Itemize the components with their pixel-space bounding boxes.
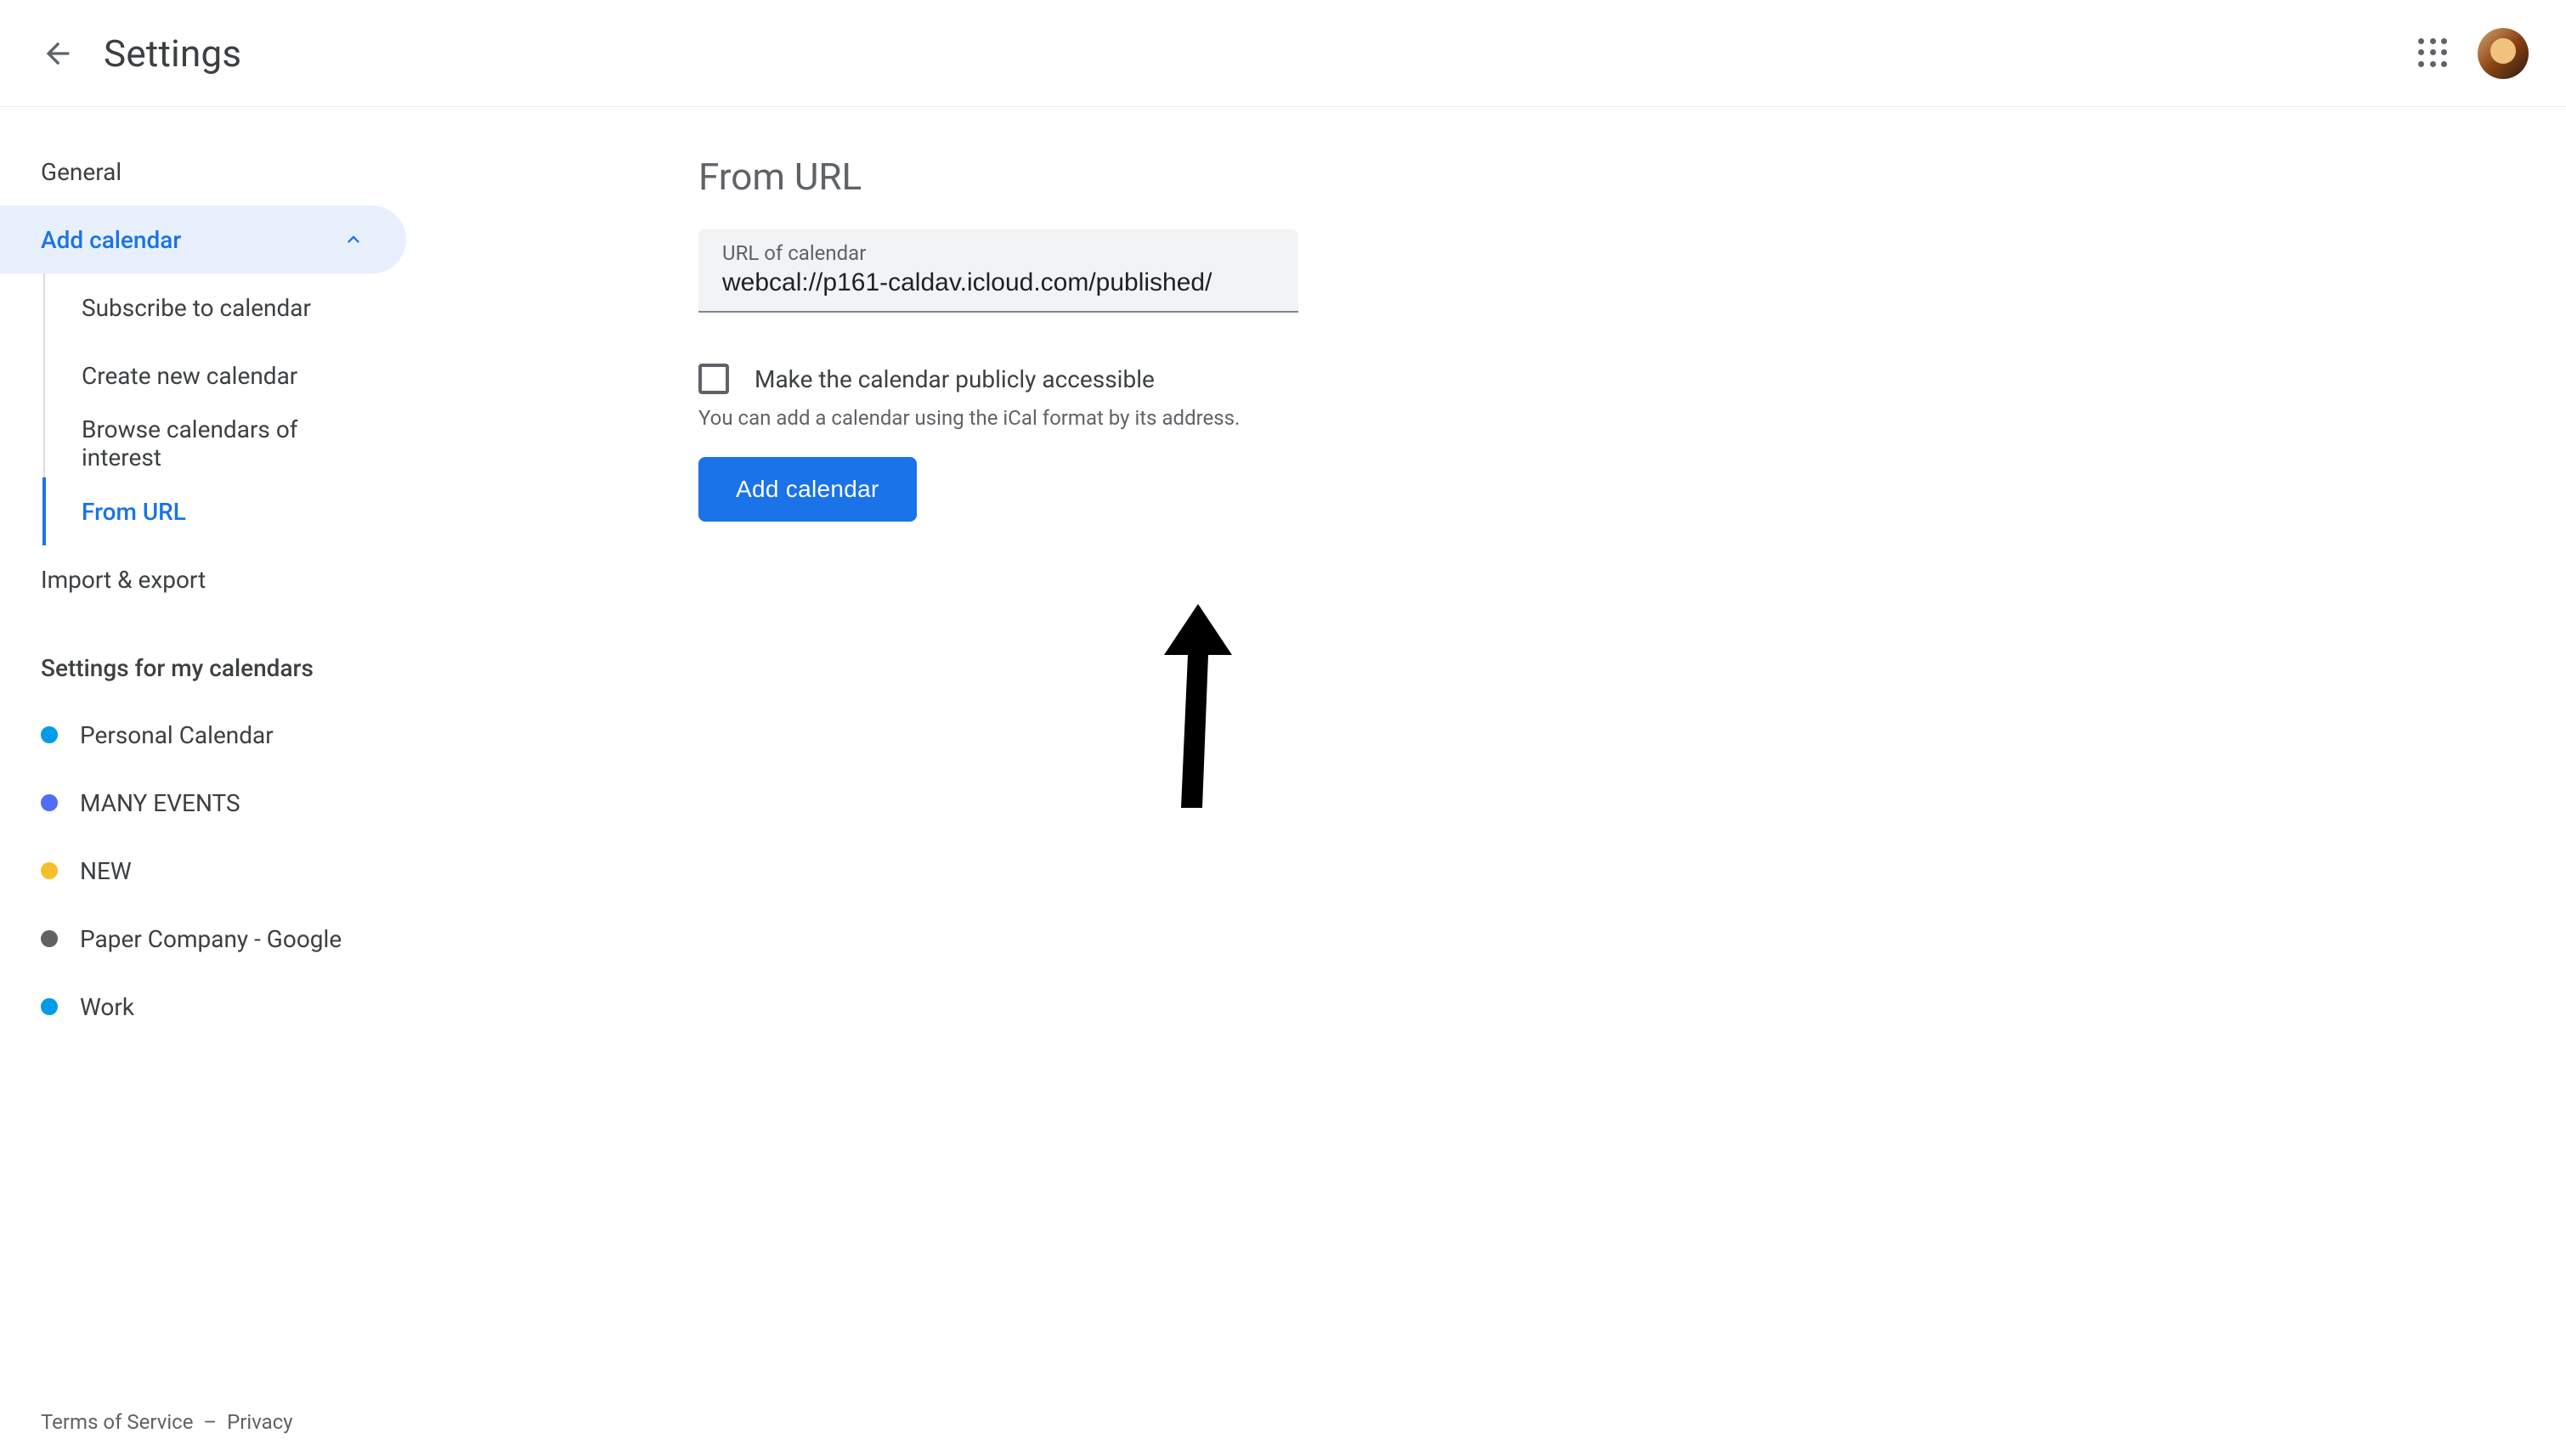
calendar-item-new[interactable]: NEW bbox=[0, 837, 408, 905]
privacy-link[interactable]: Privacy bbox=[227, 1410, 293, 1434]
nav-add-calendar[interactable]: Add calendar bbox=[0, 206, 406, 274]
sidebar-section-header: Settings for my calendars bbox=[0, 613, 408, 701]
nav-import-export[interactable]: Import & export bbox=[0, 545, 408, 613]
footer-separator: – bbox=[203, 1410, 217, 1434]
helper-text: You can add a calendar using the iCal fo… bbox=[698, 406, 2566, 430]
settings-sidebar: General Add calendar Subscribe to calend… bbox=[0, 107, 408, 1456]
nav-create-label: Create new calendar bbox=[82, 362, 297, 390]
page-title: Settings bbox=[104, 31, 241, 76]
url-input[interactable] bbox=[722, 268, 1275, 297]
section-title: From URL bbox=[698, 155, 2566, 199]
back-button[interactable] bbox=[37, 33, 78, 74]
add-calendar-button[interactable]: Add calendar bbox=[698, 457, 917, 522]
footer-links: Terms of Service – Privacy bbox=[41, 1410, 293, 1434]
calendar-color-dot bbox=[41, 930, 58, 947]
public-checkbox[interactable] bbox=[698, 364, 729, 394]
nav-from-url[interactable]: From URL bbox=[0, 477, 408, 545]
annotation-arrow bbox=[1156, 604, 1241, 811]
apps-grid-icon bbox=[2418, 38, 2449, 69]
terms-link[interactable]: Terms of Service bbox=[41, 1410, 193, 1434]
public-checkbox-label: Make the calendar publicly accessible bbox=[755, 365, 1155, 393]
url-input-container[interactable]: URL of calendar bbox=[698, 229, 1298, 313]
nav-subscribe-label: Subscribe to calendar bbox=[82, 294, 311, 322]
nav-subscribe-to-calendar[interactable]: Subscribe to calendar bbox=[0, 274, 408, 341]
nav-add-calendar-label: Add calendar bbox=[41, 226, 181, 254]
content-wrapper: General Add calendar Subscribe to calend… bbox=[0, 107, 2566, 1456]
public-checkbox-row: Make the calendar publicly accessible bbox=[698, 364, 2566, 394]
nav-create-new-calendar[interactable]: Create new calendar bbox=[0, 341, 408, 409]
app-header: Settings bbox=[0, 0, 2566, 107]
nav-rail-active bbox=[42, 477, 46, 545]
chevron-up-icon bbox=[342, 228, 365, 251]
calendar-color-dot bbox=[41, 794, 58, 811]
nav-from-url-label: From URL bbox=[82, 498, 186, 526]
calendar-item-personal[interactable]: Personal Calendar bbox=[0, 701, 408, 769]
calendar-item-many-events[interactable]: MANY EVENTS bbox=[0, 769, 408, 837]
arrow-left-icon bbox=[41, 37, 75, 71]
calendar-item-work[interactable]: Work bbox=[0, 973, 408, 1041]
calendar-color-dot bbox=[41, 726, 58, 743]
calendar-item-paper-company[interactable]: Paper Company - Google bbox=[0, 905, 408, 973]
calendar-color-dot bbox=[41, 998, 58, 1015]
calendar-item-label: Work bbox=[80, 993, 134, 1021]
account-avatar[interactable] bbox=[2478, 28, 2529, 79]
google-apps-button[interactable] bbox=[2413, 33, 2454, 74]
nav-rail bbox=[43, 274, 45, 341]
calendar-item-label: Personal Calendar bbox=[80, 721, 274, 749]
calendar-color-dot bbox=[41, 862, 58, 879]
calendar-item-label: NEW bbox=[80, 857, 132, 885]
nav-general[interactable]: General bbox=[0, 138, 408, 206]
calendar-item-label: MANY EVENTS bbox=[80, 789, 240, 817]
nav-rail bbox=[43, 341, 45, 409]
main-panel: From URL URL of calendar Make the calend… bbox=[408, 107, 2566, 1456]
nav-rail bbox=[43, 409, 45, 477]
url-input-label: URL of calendar bbox=[722, 241, 1275, 265]
nav-browse-calendars[interactable]: Browse calendars of interest bbox=[0, 409, 408, 477]
nav-browse-label: Browse calendars of interest bbox=[82, 415, 367, 471]
calendar-item-label: Paper Company - Google bbox=[80, 925, 342, 953]
header-actions bbox=[2413, 28, 2529, 79]
